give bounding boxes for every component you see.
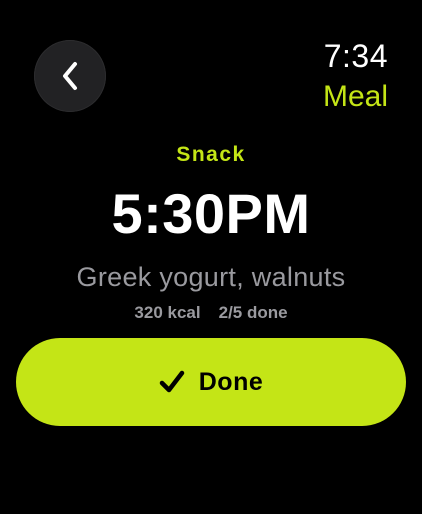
meal-meta: 320 kcal 2/5 done — [0, 302, 422, 324]
app-title: Meal — [322, 80, 388, 113]
chevron-left-icon — [57, 60, 83, 92]
meal-time: 5:30PM — [111, 182, 311, 245]
meal-type-label: Snack — [176, 143, 246, 166]
done-button[interactable]: Done — [16, 338, 406, 426]
status-time: 7:34 — [323, 38, 388, 74]
meal-description: Greek yogurt, walnuts — [76, 262, 346, 292]
progress-value: 2/5 done — [218, 303, 288, 322]
done-button-label: Done — [198, 367, 264, 396]
calories-value: 320 kcal — [134, 303, 201, 322]
back-button[interactable] — [34, 40, 106, 112]
checkmark-icon — [159, 369, 185, 395]
